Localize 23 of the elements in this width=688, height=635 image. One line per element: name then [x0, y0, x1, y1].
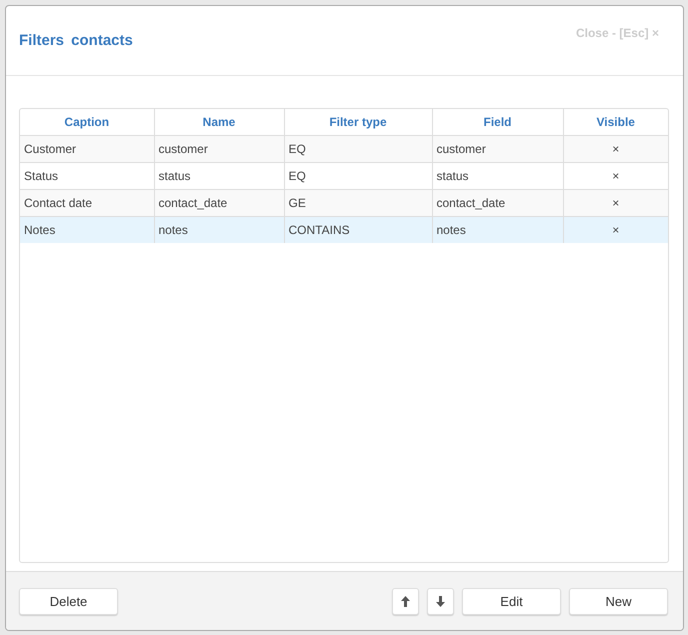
table-cell: Customer: [20, 136, 154, 162]
table-cell: contact_date: [432, 190, 563, 216]
up-arrow-icon: [401, 596, 410, 606]
table-cell: ×: [563, 216, 668, 243]
move-up-button[interactable]: [392, 588, 419, 614]
table-cell: customer: [432, 136, 563, 162]
table-cell: ×: [563, 190, 668, 216]
table-cell: Contact date: [20, 190, 154, 216]
table-cell: customer: [154, 136, 284, 162]
table-cell: Notes: [20, 216, 154, 243]
table-cell: EQ: [284, 136, 432, 162]
table-cell: CONTAINS: [284, 216, 432, 243]
table-cell: notes: [432, 216, 563, 243]
move-down-button[interactable]: [427, 588, 454, 614]
action-button[interactable]: Edit: [462, 588, 561, 614]
action-button[interactable]: Delete: [19, 588, 118, 614]
table-cell: GE: [284, 190, 432, 216]
table-cell: contact_date: [154, 190, 284, 216]
table-cell: ×: [563, 136, 668, 162]
table-cell: notes: [154, 216, 284, 243]
dialog-title: Filters contacts: [19, 31, 133, 51]
down-arrow-icon: [436, 596, 445, 606]
action-button[interactable]: New: [569, 588, 668, 614]
